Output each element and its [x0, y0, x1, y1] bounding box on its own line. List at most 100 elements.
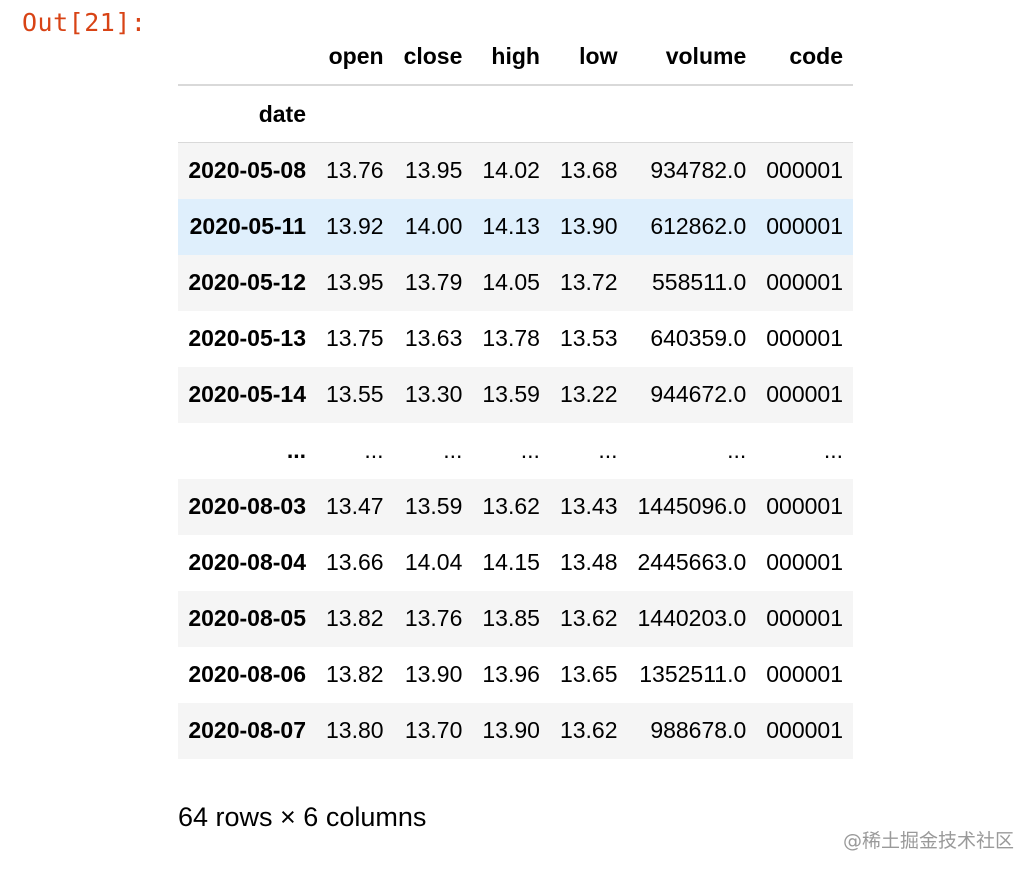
cell-code: ...: [823, 437, 843, 463]
row-index: 2020-08-04: [188, 549, 306, 575]
table-row: 2020-05-13 13.75 13.63 13.78 13.53 640359.0 00…: [178, 310, 853, 367]
cell-high: 13.85: [482, 605, 540, 631]
cell-high: 14.13: [482, 213, 540, 239]
cell-volume: ...: [727, 437, 747, 463]
cell-code: 000001: [766, 325, 843, 351]
cell-low: 13.62: [559, 717, 618, 743]
cell-low: ...: [598, 437, 618, 463]
cell-close: 13.59: [404, 493, 463, 519]
cell-close: 13.90: [404, 661, 463, 687]
cell-code: 000001: [766, 549, 843, 575]
cell-close: 13.30: [404, 381, 463, 407]
cell-low: 13.68: [559, 157, 618, 184]
cell-low: 13.62: [559, 605, 618, 631]
column-header: code: [756, 28, 853, 86]
row-index: 2020-05-13: [188, 325, 306, 351]
cell-volume: 612862.0: [650, 213, 747, 239]
row-index: 2020-08-07: [188, 717, 306, 743]
cell-volume: 2445663.0: [637, 549, 747, 575]
cell-volume: 1445096.0: [637, 493, 747, 519]
cell-low: 13.90: [559, 213, 618, 239]
cell-volume: 558511.0: [652, 269, 747, 295]
shape-summary: 64 rows × 6 columns: [178, 802, 427, 832]
row-index: 2020-05-14: [188, 381, 306, 407]
column-header: high: [472, 28, 550, 86]
watermark: @稀土掘金技术社区: [842, 830, 1014, 852]
row-index: 2020-08-05: [188, 605, 306, 631]
table-row: 2020-08-06 13.82 13.90 13.96 13.65 1352511.0 0…: [178, 646, 853, 703]
table-row: 2020-05-12 13.95 13.79 14.05 13.72 558511.0 00…: [178, 254, 853, 311]
table-row: 2020-08-04 13.66 14.04 14.15 13.48 2445663.0 0…: [178, 534, 853, 591]
cell-open: 13.80: [326, 717, 384, 743]
output-prompt: Out[21]:: [22, 8, 147, 37]
table-row: 2020-05-11 13.92 14.00 14.13 13.90 612862.0 00…: [178, 198, 853, 255]
table-body: 2020-05-08 13.76 13.95 14.02 13.68 934782.0 00…: [178, 142, 853, 759]
cell-high: 13.59: [482, 381, 540, 407]
cell-high: 13.96: [482, 661, 540, 687]
cell-close: 14.00: [404, 213, 463, 239]
cell-open: 13.92: [326, 213, 384, 239]
column-header: low: [549, 28, 628, 86]
row-index: ...: [286, 437, 306, 463]
cell-code: 000001: [766, 213, 843, 239]
row-index: 2020-05-12: [188, 269, 306, 295]
cell-code: 000001: [766, 717, 843, 743]
table-row: 2020-05-08 13.76 13.95 14.02 13.68 934782.0 00…: [178, 142, 853, 199]
cell-high: 13.78: [482, 325, 540, 351]
cell-open: 13.66: [326, 549, 384, 575]
cell-open: 13.82: [326, 661, 384, 687]
cell-open: 13.75: [326, 325, 384, 351]
row-index: 2020-08-06: [188, 661, 306, 687]
dataframe-output: open close high low volume code date 202…: [178, 28, 853, 759]
cell-volume: 640359.0: [650, 325, 747, 351]
cell-high: 14.05: [482, 269, 540, 295]
index-name-row: date: [178, 85, 853, 143]
cell-low: 13.65: [559, 661, 618, 687]
cell-high: 14.02: [482, 157, 540, 184]
cell-low: 13.48: [559, 549, 618, 575]
table-row: 2020-05-14 13.55 13.30 13.59 13.22 944672.0 00…: [178, 366, 853, 423]
cell-close: 13.95: [404, 157, 463, 184]
table-row: 2020-08-07 13.80 13.70 13.90 13.62 988678.0 00…: [178, 702, 853, 759]
row-index: 2020-05-08: [188, 157, 306, 184]
cell-low: 13.72: [559, 269, 618, 295]
cell-high: 13.62: [482, 493, 540, 519]
row-index: 2020-05-11: [189, 213, 306, 239]
cell-code: 000001: [766, 605, 843, 631]
cell-close: 13.79: [404, 269, 463, 295]
table-row-ellipsis: .....................: [178, 422, 853, 479]
column-header-row: open close high low volume code: [178, 28, 853, 86]
cell-code: 000001: [766, 661, 843, 687]
cell-high: 14.15: [482, 549, 540, 575]
cell-open: 13.95: [326, 269, 384, 295]
dataframe-table: open close high low volume code date 202…: [178, 28, 853, 759]
cell-high: 13.90: [482, 717, 540, 743]
cell-close: 13.63: [404, 325, 463, 351]
cell-open: 13.47: [326, 493, 384, 519]
table-row: 2020-08-03 13.47 13.59 13.62 13.43 1445096.0 0…: [178, 478, 853, 535]
cell-low: 13.43: [559, 493, 618, 519]
cell-volume: 934782.0: [650, 157, 747, 184]
cell-open: 13.82: [326, 605, 384, 631]
cell-close: 13.70: [404, 717, 463, 743]
index-name: date: [178, 85, 316, 143]
column-header: open: [316, 28, 394, 86]
cell-open: ...: [364, 437, 384, 463]
table-row: 2020-08-05 13.82 13.76 13.85 13.62 1440203.0 0…: [178, 590, 853, 647]
cell-code: 000001: [766, 381, 843, 407]
cell-close: ...: [443, 437, 463, 463]
column-header: close: [393, 28, 473, 86]
column-header-blank: [178, 28, 316, 86]
cell-code: 000001: [766, 493, 843, 519]
cell-volume: 988678.0: [650, 717, 747, 743]
cell-volume: 944672.0: [650, 381, 747, 407]
cell-open: 13.55: [326, 381, 384, 407]
cell-low: 13.22: [559, 381, 618, 407]
cell-code: 000001: [766, 269, 843, 295]
cell-close: 14.04: [404, 549, 463, 575]
cell-close: 13.76: [404, 605, 463, 631]
cell-volume: 1352511.0: [639, 661, 747, 687]
cell-code: 000001: [766, 157, 843, 184]
column-header: volume: [627, 28, 757, 86]
cell-open: 13.76: [326, 157, 384, 184]
